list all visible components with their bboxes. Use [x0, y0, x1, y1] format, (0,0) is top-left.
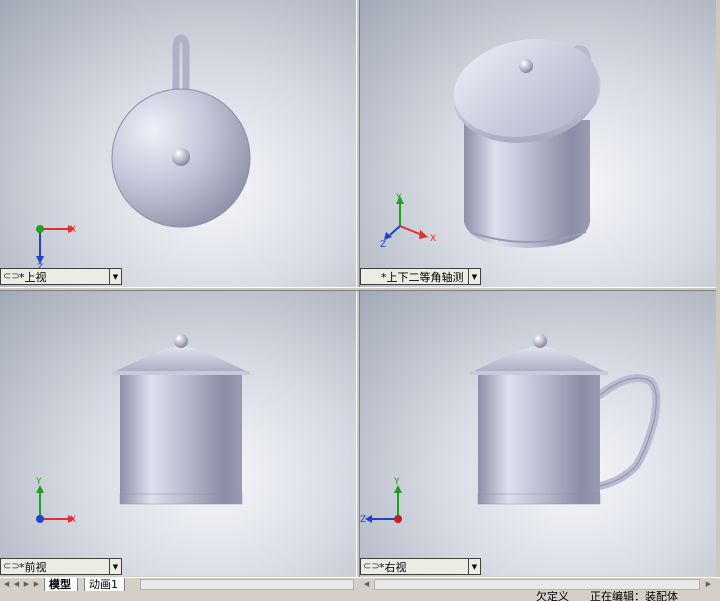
tab-animation[interactable]: 动画1: [84, 578, 125, 592]
viewport-top[interactable]: X Z ⊂⊃ *上视 ▼: [0, 0, 356, 287]
status-definition: 欠定义: [536, 591, 569, 601]
view-selector-isometric[interactable]: *上下二等角轴测 ▼: [360, 268, 481, 285]
axis-z-label: Z: [380, 240, 386, 250]
tab-scroll-prev-icon[interactable]: ◀: [12, 579, 21, 590]
tab-scroll-first-icon[interactable]: ◀: [2, 579, 11, 590]
link-chain-icon: ⊂⊃: [363, 561, 380, 572]
axis-x-label: X: [430, 234, 436, 244]
chevron-down-icon[interactable]: ▼: [109, 559, 121, 574]
right-edge-bar: [716, 0, 720, 577]
view-label: *前视: [19, 560, 47, 574]
scroll-right-icon[interactable]: ▶: [704, 579, 713, 590]
axis-y-label: Y: [393, 477, 400, 487]
link-chain-icon: ⊂⊃: [3, 271, 20, 282]
axis-triad: Y X: [35, 477, 76, 525]
tab-bar: ◀ ◀ ▶ ▶ 模型 动画1 ◀ ▶: [0, 577, 720, 592]
axis-triad: Y X Z: [380, 193, 436, 250]
status-editing: 正在编辑：装配体: [590, 591, 678, 601]
viewport-right[interactable]: Y Z ⊂⊃ *右视 ▼: [360, 291, 716, 576]
horizontal-scrollbar-right[interactable]: [374, 579, 700, 590]
axis-triad: Y Z: [360, 477, 402, 525]
viewport-isometric[interactable]: Y X Z *上下二等角轴测 ▼: [360, 0, 716, 287]
viewport-front[interactable]: Y X ⊂⊃ *前视 ▼: [0, 291, 356, 576]
axis-x-label: X: [70, 515, 76, 525]
axis-y-label: Y: [35, 477, 42, 487]
axis-x-label: X: [70, 225, 76, 235]
link-chain-icon: ⊂⊃: [3, 561, 20, 572]
chevron-down-icon[interactable]: ▼: [468, 559, 480, 574]
view-selector-right[interactable]: ⊂⊃ *右视 ▼: [360, 558, 481, 575]
horizontal-splitter[interactable]: [0, 287, 720, 291]
tab-model[interactable]: 模型: [44, 578, 78, 592]
chevron-down-icon[interactable]: ▼: [468, 269, 480, 284]
tab-scroll-last-icon[interactable]: ▶: [32, 579, 41, 590]
view-label: *上下二等角轴测: [381, 270, 464, 284]
horizontal-scrollbar-left[interactable]: [140, 579, 354, 590]
axis-z-label: Z: [360, 515, 366, 525]
axis-y-label: Y: [395, 193, 402, 203]
axis-triad: X Z: [36, 225, 76, 270]
tab-scroll-next-icon[interactable]: ▶: [22, 579, 31, 590]
view-label: *右视: [379, 560, 407, 574]
chevron-down-icon[interactable]: ▼: [109, 269, 121, 284]
view-label: *上视: [19, 270, 47, 284]
status-bar: 欠定义 正在编辑：装配体: [0, 591, 720, 601]
view-selector-front[interactable]: ⊂⊃ *前视 ▼: [0, 558, 122, 575]
scroll-left-icon[interactable]: ◀: [362, 579, 371, 590]
view-selector-top[interactable]: ⊂⊃ *上视 ▼: [0, 268, 122, 285]
